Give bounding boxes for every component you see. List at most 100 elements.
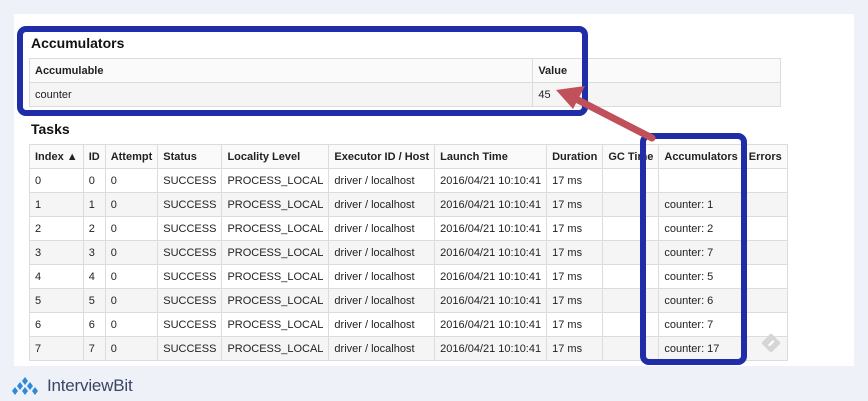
column-header-accumulators[interactable]: Accumulators [658,144,744,169]
task-errors [742,168,788,193]
task-executor: driver / localhost [328,264,436,289]
column-header-status[interactable]: Status [157,144,223,169]
tasks-table: Index ▲ ID Attempt Status Locality Level… [29,144,788,361]
task-duration: 17 ms [546,288,604,313]
task-duration: 17 ms [546,192,604,217]
accumulators-title: Accumulators [31,35,125,51]
task-gc-time [602,312,660,337]
task-locality: PROCESS_LOCAL [221,168,330,193]
task-status: SUCCESS [157,168,223,193]
task-launch-time: 2016/04/21 10:10:41 [434,312,548,337]
task-errors [742,216,788,241]
task-errors [742,288,788,313]
task-index: 4 [29,264,84,289]
task-gc-time [602,240,660,265]
task-id: 0 [82,168,106,193]
column-header-attempt[interactable]: Attempt [104,144,159,169]
task-duration: 17 ms [546,312,604,337]
task-status: SUCCESS [157,312,223,337]
task-launch-time: 2016/04/21 10:10:41 [434,336,548,361]
task-row: 1 1 0 SUCCESS PROCESS_LOCAL driver / localhos… [29,192,788,217]
column-header-errors[interactable]: Errors [742,144,788,169]
task-gc-time [602,168,660,193]
task-attempt: 0 [104,192,159,217]
task-attempt: 0 [104,288,159,313]
column-header-duration[interactable]: Duration [546,144,604,169]
accumulable-name: counter [28,82,534,107]
task-launch-time: 2016/04/21 10:10:41 [434,264,548,289]
task-executor: driver / localhost [328,192,436,217]
task-launch-time: 2016/04/21 10:10:41 [434,240,548,265]
accumulators-table: Accumulable Value counter 45 [28,58,781,107]
task-duration: 17 ms [546,168,604,193]
task-duration: 17 ms [546,240,604,265]
task-gc-time [602,288,660,313]
column-header-accumulable[interactable]: Accumulable [28,58,534,83]
task-row: 4 4 0 SUCCESS PROCESS_LOCAL driver / localhos… [29,264,788,289]
task-launch-time: 2016/04/21 10:10:41 [434,168,548,193]
column-header-executor-host[interactable]: Executor ID / Host [328,144,436,169]
task-locality: PROCESS_LOCAL [221,312,330,337]
task-errors [742,240,788,265]
task-status: SUCCESS [157,336,223,361]
task-locality: PROCESS_LOCAL [221,192,330,217]
task-accumulators: counter: 7 [658,240,744,265]
column-header-launch-time[interactable]: Launch Time [434,144,548,169]
column-header-gc-time[interactable]: GC Time [602,144,660,169]
task-attempt: 0 [104,168,159,193]
task-accumulators: counter: 17 [658,336,744,361]
task-status: SUCCESS [157,264,223,289]
task-accumulators: counter: 2 [658,216,744,241]
task-attempt: 0 [104,264,159,289]
task-duration: 17 ms [546,264,604,289]
task-executor: driver / localhost [328,288,436,313]
task-locality: PROCESS_LOCAL [221,288,330,313]
task-gc-time [602,192,660,217]
task-index: 1 [29,192,84,217]
task-locality: PROCESS_LOCAL [221,264,330,289]
task-id: 1 [82,192,106,217]
task-accumulators: counter: 1 [658,192,744,217]
column-header-id[interactable]: ID [82,144,106,169]
task-id: 6 [82,312,106,337]
accumulable-value: 45 [532,82,781,107]
accumulators-header-row: Accumulable Value [28,58,781,83]
task-accumulators: counter: 6 [658,288,744,313]
task-accumulators: counter: 5 [658,264,744,289]
task-duration: 17 ms [546,216,604,241]
task-index: 7 [29,336,84,361]
task-status: SUCCESS [157,192,223,217]
task-status: SUCCESS [157,240,223,265]
column-header-index[interactable]: Index ▲ [29,144,84,169]
task-index: 2 [29,216,84,241]
task-id: 5 [82,288,106,313]
task-executor: driver / localhost [328,240,436,265]
tasks-title: Tasks [31,121,70,137]
task-executor: driver / localhost [328,168,436,193]
task-index: 3 [29,240,84,265]
task-row: 5 5 0 SUCCESS PROCESS_LOCAL driver / localhos… [29,288,788,313]
task-attempt: 0 [104,312,159,337]
task-id: 2 [82,216,106,241]
task-id: 7 [82,336,106,361]
tasks-header-row: Index ▲ ID Attempt Status Locality Level… [29,144,788,169]
task-executor: driver / localhost [328,312,436,337]
task-row: 3 3 0 SUCCESS PROCESS_LOCAL driver / localhos… [29,240,788,265]
task-row: 7 7 0 SUCCESS PROCESS_LOCAL driver / localhos… [29,336,788,361]
task-duration: 17 ms [546,336,604,361]
task-status: SUCCESS [157,216,223,241]
task-launch-time: 2016/04/21 10:10:41 [434,216,548,241]
column-header-value[interactable]: Value [532,58,781,83]
task-id: 3 [82,240,106,265]
edit-pencil-icon[interactable] [761,333,781,353]
task-locality: PROCESS_LOCAL [221,240,330,265]
task-gc-time [602,216,660,241]
task-gc-time [602,264,660,289]
task-executor: driver / localhost [328,216,436,241]
column-header-locality-level[interactable]: Locality Level [221,144,330,169]
interviewbit-logo: InterviewBit [9,376,133,396]
task-index: 6 [29,312,84,337]
task-gc-time [602,336,660,361]
logo-text: InterviewBit [47,376,133,395]
task-errors [742,192,788,217]
